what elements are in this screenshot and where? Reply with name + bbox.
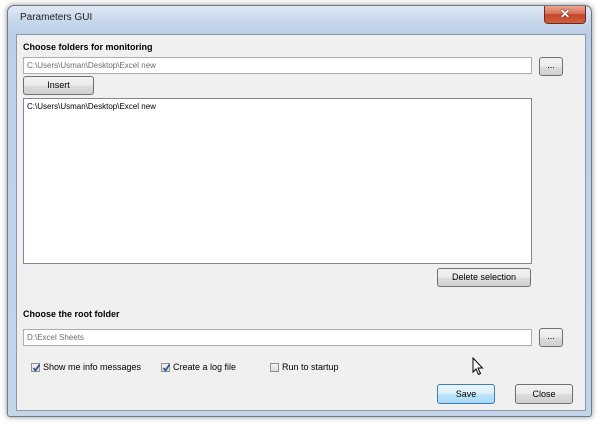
title-bar[interactable]: Parameters GUI ✕ <box>8 6 591 34</box>
monitor-browse-button[interactable]: ... <box>539 57 563 76</box>
run-startup-checkbox[interactable]: Run to startup <box>270 362 339 372</box>
checkmark-icon <box>162 363 171 372</box>
root-heading: Choose the root folder <box>23 309 120 319</box>
client-area: Choose folders for monitoring C:\Users\U… <box>16 34 586 411</box>
window-title: Parameters GUI <box>20 12 93 23</box>
checkbox-label: Create a log file <box>173 362 237 372</box>
root-browse-button[interactable]: ... <box>539 328 563 347</box>
log-file-checkbox[interactable]: Create a log file <box>161 362 236 372</box>
list-item[interactable]: C:\Users\Usman\Desktop\Excel new <box>27 102 531 111</box>
insert-button[interactable]: Insert <box>23 76 94 95</box>
delete-selection-button[interactable]: Delete selection <box>437 268 531 287</box>
info-messages-checkbox[interactable]: Show me info messages <box>31 362 141 372</box>
checkbox-box <box>270 362 279 372</box>
monitoring-heading: Choose folders for monitoring <box>23 42 153 52</box>
save-button[interactable]: Save <box>437 384 495 404</box>
checkmark-icon <box>32 363 41 372</box>
checkbox-label: Show me info messages <box>43 362 142 372</box>
close-button[interactable]: Close <box>515 384 573 404</box>
close-icon: ✕ <box>559 7 571 21</box>
monitor-folder-field[interactable]: C:\Users\Usman\Desktop\Excel new <box>23 57 532 74</box>
checkbox-box <box>161 362 171 372</box>
checkbox-label: Run to startup <box>282 362 339 372</box>
monitor-folders-list[interactable]: C:\Users\Usman\Desktop\Excel new <box>23 98 532 264</box>
window-close-button[interactable]: ✕ <box>544 6 586 24</box>
root-folder-field[interactable]: D:\Excel Sheets <box>23 329 532 346</box>
checkbox-box <box>31 362 41 372</box>
parameters-window: Parameters GUI ✕ Choose folders for moni… <box>7 5 592 417</box>
mouse-cursor-icon <box>472 357 484 376</box>
